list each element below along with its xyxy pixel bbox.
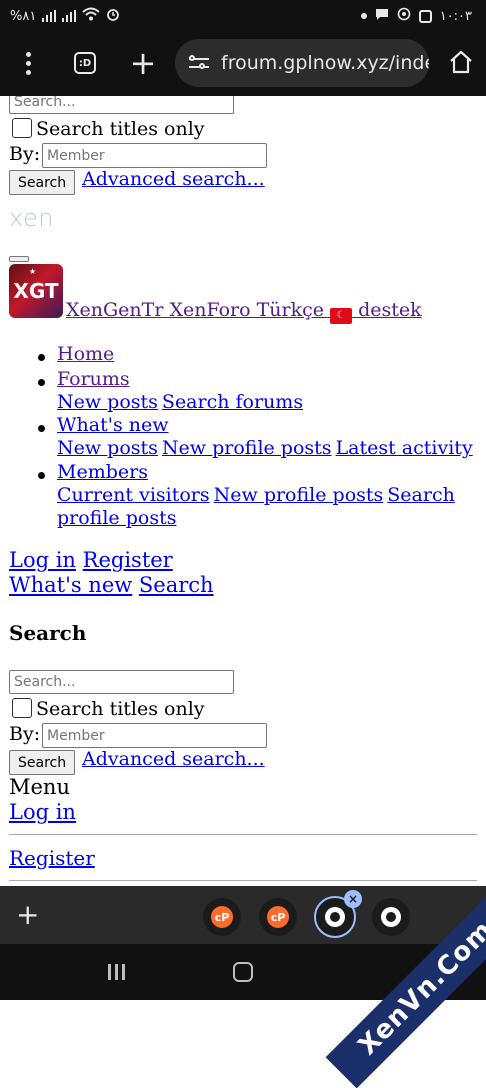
top-by-label: By: — [9, 143, 41, 165]
tab-1[interactable]: cP — [203, 898, 241, 936]
recents-icon[interactable] — [108, 964, 125, 980]
tab-3-active[interactable]: × — [314, 890, 362, 938]
menu-login-link[interactable]: Log in — [9, 800, 76, 824]
tab-switcher-button[interactable]: :D — [66, 44, 104, 82]
by-label: By: — [9, 723, 41, 745]
site-title-text: XenGenTr XenForo Türkçe — [66, 299, 325, 321]
bullet — [38, 379, 45, 386]
signal-icon — [42, 10, 57, 22]
search-link[interactable]: Search — [139, 573, 214, 597]
web-page: Search titles only By: Search Advanced s… — [0, 96, 486, 886]
menu-toggle-button[interactable] — [9, 256, 29, 262]
screen-record-icon — [418, 9, 432, 23]
search-input[interactable] — [9, 670, 234, 694]
browser-toolbar: :D + froum.gplnow.xyz/inde — [0, 30, 486, 96]
advanced-search-link[interactable]: Advanced search... — [82, 748, 265, 770]
close-tab-icon[interactable]: × — [344, 890, 362, 908]
site-title-link[interactable]: XenGenTr XenForo Türkçe ☾ destek — [66, 299, 422, 324]
top-advanced-search-link[interactable]: Advanced search... — [82, 168, 265, 190]
top-search-input[interactable] — [9, 96, 234, 114]
by-row: By: — [9, 723, 40, 745]
add-tab-icon[interactable]: + — [16, 898, 39, 931]
tab-2[interactable]: cP — [259, 898, 297, 936]
site-settings-icon[interactable] — [187, 54, 211, 72]
turkey-flag-icon: ☾ — [330, 308, 353, 324]
tab-strip: + cP cP × — [0, 886, 486, 944]
latest-activity-link[interactable]: Latest activity — [336, 437, 473, 459]
nav-forums-link[interactable]: Forums — [57, 368, 130, 390]
clock-time: ١٠:٠٣ — [439, 8, 472, 24]
divider — [9, 834, 477, 835]
alarm-icon — [106, 7, 120, 25]
whats-new-profile-posts-link[interactable]: New profile posts — [162, 437, 332, 459]
member-input[interactable] — [42, 723, 267, 748]
nav-members-link[interactable]: Members — [57, 461, 148, 483]
avatar-text: XGT — [13, 279, 59, 303]
notification-dot-icon — [360, 13, 367, 19]
members-new-profile-posts-link[interactable]: New profile posts — [214, 484, 384, 506]
top-titles-only-label: Search titles only — [36, 118, 205, 140]
menu-register-link[interactable]: Register — [9, 846, 95, 870]
home-icon[interactable] — [448, 50, 474, 74]
register-link[interactable]: Register — [83, 548, 173, 572]
titles-only-label: Search titles only — [36, 698, 205, 720]
whats-new-submenu: New posts New profile posts Latest activit… — [57, 437, 477, 459]
members-submenu: Current visitors New profile posts Search … — [57, 484, 457, 530]
account-links-2: What's new Search — [9, 573, 214, 597]
whatsapp-icon — [397, 7, 411, 25]
divider — [9, 880, 477, 881]
top-search-button[interactable]: Search — [9, 170, 76, 195]
forums-submenu: New posts Search forums — [57, 391, 307, 413]
globe-icon — [325, 907, 345, 927]
wifi-icon — [82, 7, 100, 25]
message-icon — [375, 8, 389, 25]
home-button-icon[interactable] — [233, 962, 253, 982]
url-text: froum.gplnow.xyz/inde — [221, 52, 429, 74]
nav-whats-new-link[interactable]: What's new — [57, 414, 169, 436]
login-link[interactable]: Log in — [9, 548, 76, 572]
site-title-suffix: destek — [358, 299, 422, 321]
search-forums-link[interactable]: Search forums — [162, 391, 303, 413]
current-visitors-link[interactable]: Current visitors — [57, 484, 210, 506]
top-member-input[interactable] — [42, 143, 267, 168]
nav-home-link[interactable]: Home — [57, 343, 114, 365]
whats-new-link[interactable]: What's new — [9, 573, 132, 597]
forums-new-posts-link[interactable]: New posts — [57, 391, 158, 413]
top-titles-only-checkbox[interactable] — [12, 118, 32, 138]
globe-icon — [381, 907, 401, 927]
titles-only-checkbox[interactable] — [12, 698, 32, 718]
cpanel-icon: cP — [267, 906, 289, 928]
status-bar: %٨١ ١٠:٠٣ — [0, 0, 486, 30]
tab-4[interactable] — [372, 898, 410, 936]
battery-level: %٨١ — [10, 8, 37, 24]
more-options-icon[interactable] — [9, 44, 47, 82]
titles-only-row: Search titles only — [12, 698, 205, 720]
search-heading: Search — [9, 621, 87, 645]
account-links: Log in Register — [9, 548, 173, 572]
search-button[interactable]: Search — [9, 750, 76, 775]
bullet — [38, 354, 45, 361]
cpanel-icon: cP — [211, 906, 233, 928]
whats-new-new-posts-link[interactable]: New posts — [57, 437, 158, 459]
bullet — [38, 425, 45, 432]
address-bar[interactable]: froum.gplnow.xyz/inde — [175, 39, 429, 87]
star-icon: ★ — [29, 267, 37, 276]
top-titles-only-row: Search titles only — [12, 118, 205, 140]
menu-label: Menu — [9, 775, 70, 799]
site-avatar[interactable]: ★ XGT — [9, 264, 63, 318]
top-by-row: By: — [9, 143, 40, 165]
tab-switcher-icon: :D — [74, 52, 96, 74]
xen-logo: xen — [9, 204, 54, 232]
signal-icon — [62, 10, 77, 22]
new-tab-icon[interactable]: + — [124, 44, 162, 82]
bullet — [38, 472, 45, 479]
